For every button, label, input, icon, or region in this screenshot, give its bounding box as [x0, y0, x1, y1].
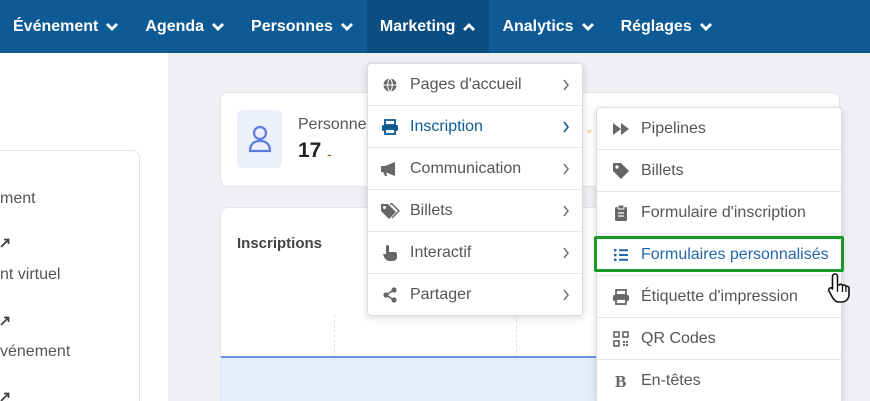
menu-item-label: QR Codes — [641, 329, 716, 347]
stat-delta: - — [327, 146, 332, 162]
nav-label: Réglages — [620, 17, 692, 35]
submenu-item-etiquette-impression[interactable]: Étiquette d'impression — [597, 276, 841, 318]
nav-reglages[interactable]: Réglages — [608, 0, 726, 53]
chevron-down-icon — [105, 22, 119, 32]
sidebar-item-label[interactable]: vénement — [0, 343, 70, 361]
nav-label: Événement — [13, 17, 99, 35]
avatar — [237, 110, 282, 168]
menu-item-inscription[interactable]: Inscription — [368, 106, 582, 148]
megaphone-icon — [380, 159, 400, 179]
menu-item-label: Inscription — [410, 117, 483, 135]
printer-icon — [611, 287, 631, 307]
highlight-frame — [594, 236, 844, 272]
sidebar-item-label[interactable]: nt virtuel — [0, 266, 60, 284]
chart-title: Inscriptions — [237, 235, 323, 252]
pointer-hand-icon — [380, 243, 400, 263]
hand-cursor-icon — [827, 273, 850, 303]
sidebar-item-label[interactable]: ment — [0, 190, 36, 208]
fast-forward-icon — [611, 119, 631, 139]
printer-icon — [380, 117, 400, 137]
external-link-icon — [0, 392, 10, 401]
bold-icon: B — [611, 371, 631, 391]
globe-icon — [380, 75, 400, 95]
nav-evenement[interactable]: Événement — [0, 0, 132, 53]
menu-item-label: Pages d'accueil — [410, 75, 522, 93]
submenu-pointer — [586, 118, 597, 134]
submenu-item-billets[interactable]: Billets — [597, 150, 841, 192]
stat-value: 17 — [298, 139, 322, 162]
chevron-right-icon — [563, 247, 570, 259]
menu-item-label: Formulaire d'inscription — [641, 203, 806, 221]
nav-label: Analytics — [502, 17, 574, 35]
chart-gridline — [334, 315, 335, 357]
nav-personnes[interactable]: Personnes — [238, 0, 367, 53]
menu-item-communication[interactable]: Communication — [368, 148, 582, 190]
menu-item-label: Billets — [410, 201, 453, 219]
svg-text:B: B — [615, 373, 626, 389]
nav-agenda[interactable]: Agenda — [132, 0, 238, 53]
nav-label: Marketing — [379, 17, 456, 35]
external-link-icon — [0, 238, 10, 248]
top-nav: Événement Agenda Personnes Marketing Ana… — [0, 0, 870, 53]
nav-analytics[interactable]: Analytics — [489, 0, 607, 53]
marketing-menu: Pages d'accueil Inscription Communicatio… — [367, 63, 583, 316]
chevron-right-icon — [563, 79, 570, 91]
nav-label: Agenda — [145, 17, 205, 35]
chevron-down-icon — [211, 22, 225, 32]
menu-item-label: Pipelines — [641, 119, 706, 137]
tags-icon — [380, 201, 400, 221]
menu-item-label: En-têtes — [641, 372, 701, 389]
menu-item-label: Interactif — [410, 243, 472, 261]
stat-label: Personne — [298, 116, 367, 133]
chart-gridline — [516, 315, 517, 357]
share-icon — [380, 285, 400, 305]
chevron-down-icon — [699, 22, 713, 32]
menu-item-pages-accueil[interactable]: Pages d'accueil — [368, 64, 582, 106]
chevron-up-icon — [462, 22, 476, 32]
menu-item-label: Billets — [641, 161, 684, 179]
menu-item-partager[interactable]: Partager — [368, 274, 582, 316]
qrcode-icon — [611, 329, 631, 349]
submenu-item-pipelines[interactable]: Pipelines — [597, 108, 841, 150]
submenu-item-formulaire-inscription[interactable]: Formulaire d'inscription — [597, 192, 841, 234]
nav-label: Personnes — [251, 17, 333, 35]
external-link-icon — [0, 316, 10, 326]
clipboard-icon — [611, 203, 631, 223]
menu-item-label: Partager — [410, 286, 472, 303]
menu-item-interactif[interactable]: Interactif — [368, 232, 582, 274]
chevron-right-icon — [563, 205, 570, 217]
chevron-right-icon — [563, 289, 570, 301]
menu-item-billets[interactable]: Billets — [368, 190, 582, 232]
chevron-right-icon — [563, 121, 570, 133]
chevron-down-icon — [581, 22, 595, 32]
tag-icon — [611, 161, 631, 181]
submenu-item-qr-codes[interactable]: QR Codes — [597, 318, 841, 360]
user-icon — [248, 125, 271, 153]
chevron-right-icon — [563, 163, 570, 175]
nav-marketing[interactable]: Marketing — [366, 0, 490, 53]
chevron-down-icon — [340, 22, 354, 32]
menu-item-label: Étiquette d'impression — [641, 287, 798, 305]
submenu-item-en-tetes[interactable]: B En-têtes — [597, 360, 841, 401]
menu-item-label: Communication — [410, 159, 522, 177]
